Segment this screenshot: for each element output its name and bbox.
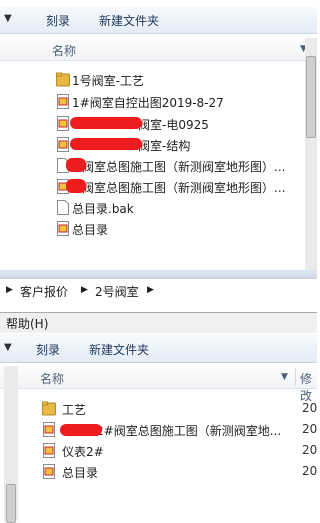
scrollbar-thumb[interactable] xyxy=(6,484,16,523)
list-item[interactable]: 阀室总图施工图（新测阀室地形图）... xyxy=(56,177,306,196)
file-name: 总目录 xyxy=(62,466,99,480)
bottom-vertical-scrollbar[interactable] xyxy=(4,366,18,523)
modified-date: 20 xyxy=(302,443,318,457)
breadcrumb-item[interactable]: 客户报价 xyxy=(20,283,68,300)
sort-chevron-icon: ▼ xyxy=(281,372,288,382)
name-column-header[interactable]: 名称 xyxy=(40,370,64,387)
folder-icon xyxy=(56,72,70,87)
blank-file-icon xyxy=(57,200,69,215)
top-column-header: 名称 ▼ xyxy=(0,38,317,61)
cad-file-icon xyxy=(57,116,69,131)
list-item[interactable]: 阀室-电0925 xyxy=(56,114,301,133)
list-item[interactable]: 阀室总图施工图（新测阀室地形图）... xyxy=(56,156,306,175)
help-menu[interactable]: 帮助(H) xyxy=(6,315,48,332)
file-name: 总目录 xyxy=(72,223,109,237)
file-name: 阀室总图施工图（新测阀室地形图）... xyxy=(82,160,286,174)
list-item[interactable]: 1#阀室自控出图2019-8-27 xyxy=(56,92,301,111)
file-name: 仪表2# xyxy=(62,445,104,459)
bottom-column-header: 名称 ▼ 修改 xyxy=(0,366,317,403)
toolbar-overflow-chevron-icon[interactable]: ▼ xyxy=(4,13,12,24)
carve-button[interactable]: 刻录 xyxy=(36,341,60,358)
list-item[interactable]: 总目录.bak xyxy=(56,198,301,217)
file-name: 工艺 xyxy=(62,403,87,417)
file-name: 阀室总图施工图（新测阀室地形图）... xyxy=(82,181,286,195)
cad-file-icon xyxy=(43,443,55,458)
list-item[interactable]: 总目录 xyxy=(56,219,301,238)
modified-date: 20 xyxy=(302,422,318,436)
redaction-mark xyxy=(66,158,86,172)
file-name: 总目录.bak xyxy=(72,202,134,216)
redaction-mark xyxy=(60,424,102,436)
cad-file-icon xyxy=(57,221,69,236)
list-item[interactable]: 阀室-结构 xyxy=(56,135,301,154)
name-column-header[interactable]: 名称 xyxy=(52,42,76,59)
bottom-toolbar: ▼ 刻录 新建文件夹 xyxy=(0,334,317,363)
breadcrumb: ▶ 客户报价 ▶ 2号阀室 ▶ xyxy=(0,278,317,301)
column-separator[interactable] xyxy=(295,368,296,386)
modified-column-header[interactable]: 修改 xyxy=(300,370,317,404)
file-name: 阀室-电0925 xyxy=(138,118,209,132)
folder-icon xyxy=(42,401,56,416)
cad-file-icon xyxy=(43,464,55,479)
list-item[interactable]: 仪表2# xyxy=(42,441,297,460)
list-item[interactable]: 1号阀室-工艺 xyxy=(56,70,301,89)
modified-date: 20 xyxy=(302,401,318,415)
cad-file-icon xyxy=(43,422,55,437)
file-name: 阀室-结构 xyxy=(138,139,191,153)
modified-date: 20 xyxy=(302,464,318,478)
toolbar-overflow-chevron-icon[interactable]: ▼ xyxy=(4,342,12,353)
breadcrumb-arrow-icon[interactable]: ▶ xyxy=(147,285,154,295)
breadcrumb-arrow-icon[interactable]: ▶ xyxy=(81,285,88,295)
carve-button[interactable]: 刻录 xyxy=(46,12,70,29)
list-item[interactable]: 2#阀室总图施工图（新测阀室地... xyxy=(42,420,297,439)
cad-file-icon xyxy=(57,94,69,109)
new-folder-button[interactable]: 新建文件夹 xyxy=(89,341,149,358)
file-name: 1号阀室-工艺 xyxy=(72,74,144,88)
cad-file-icon xyxy=(57,137,69,152)
window-divider xyxy=(0,270,317,278)
redaction-mark xyxy=(70,138,142,150)
list-item[interactable]: 总目录 xyxy=(42,462,297,481)
breadcrumb-item[interactable]: 2号阀室 xyxy=(95,283,139,300)
redaction-mark xyxy=(70,117,142,129)
scrollbar-thumb[interactable] xyxy=(306,56,316,138)
redaction-mark xyxy=(66,179,86,193)
top-vertical-scrollbar[interactable] xyxy=(305,38,317,270)
menu-bar: 帮助(H) xyxy=(0,312,317,333)
breadcrumb-arrow-icon[interactable]: ▶ xyxy=(6,285,13,295)
file-name: 2#阀室总图施工图（新测阀室地... xyxy=(96,424,282,438)
top-toolbar: ▼ 刻录 新建文件夹 xyxy=(0,7,317,34)
file-name: 1#阀室自控出图2019-8-27 xyxy=(72,96,224,110)
list-item[interactable]: 工艺 xyxy=(42,399,297,418)
new-folder-button[interactable]: 新建文件夹 xyxy=(99,12,159,29)
